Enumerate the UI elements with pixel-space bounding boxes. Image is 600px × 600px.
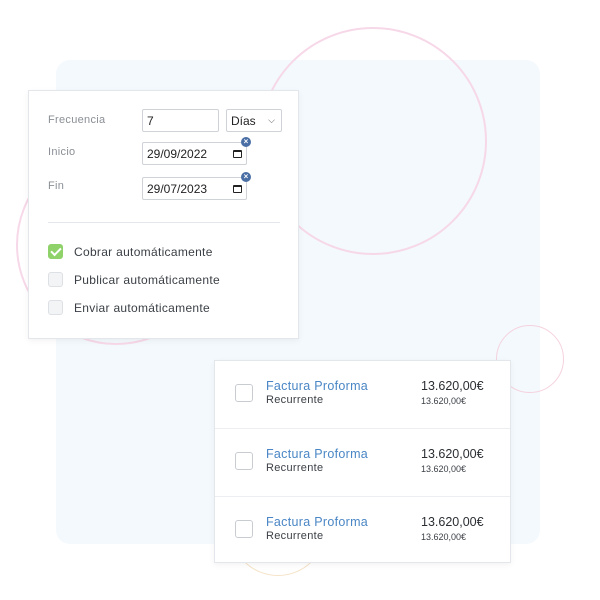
recurrence-settings-card: Frecuencia 7 Días ⌵ Inicio 29/09/2022 × … bbox=[28, 90, 299, 339]
invoice-subtitle: Recurrente bbox=[266, 394, 324, 406]
invoice-title-link[interactable]: Factura Proforma bbox=[266, 515, 368, 529]
frequency-label: Frecuencia bbox=[48, 114, 106, 126]
checkbox[interactable] bbox=[48, 272, 63, 287]
invoice-amount-secondary: 13.620,00€ bbox=[421, 464, 467, 474]
frequency-input[interactable]: 7 bbox=[142, 109, 219, 132]
row-checkbox[interactable] bbox=[235, 520, 253, 538]
chevron-down-icon: ⌵ bbox=[268, 115, 275, 125]
start-date-input[interactable]: 29/09/2022 bbox=[142, 142, 247, 165]
option-label: Enviar automáticamente bbox=[74, 300, 210, 315]
invoice-title-link[interactable]: Factura Proforma bbox=[266, 379, 368, 393]
invoice-title-link[interactable]: Factura Proforma bbox=[266, 447, 368, 461]
divider bbox=[48, 222, 280, 223]
row-checkbox[interactable] bbox=[235, 384, 253, 402]
start-label: Inicio bbox=[48, 146, 76, 158]
invoice-row[interactable]: Factura Proforma Recurrente 13.620,00€ 1… bbox=[215, 497, 510, 565]
option-label: Cobrar automáticamente bbox=[74, 244, 213, 259]
invoice-amount-secondary: 13.620,00€ bbox=[421, 532, 467, 542]
end-label: Fin bbox=[48, 180, 65, 192]
option-auto-send[interactable]: Enviar automáticamente bbox=[48, 300, 210, 315]
invoice-subtitle: Recurrente bbox=[266, 462, 324, 474]
invoice-amount: 13.620,00€ bbox=[421, 515, 484, 529]
row-checkbox[interactable] bbox=[235, 452, 253, 470]
clear-start-date-icon[interactable]: × bbox=[241, 137, 251, 147]
frequency-unit-value: Días bbox=[231, 113, 256, 128]
invoice-amount: 13.620,00€ bbox=[421, 447, 484, 461]
checkbox-checked[interactable] bbox=[48, 244, 63, 259]
frequency-value: 7 bbox=[147, 113, 154, 128]
invoice-subtitle: Recurrente bbox=[266, 530, 324, 542]
invoice-list-card: Factura Proforma Recurrente 13.620,00€ 1… bbox=[214, 360, 511, 563]
invoice-row[interactable]: Factura Proforma Recurrente 13.620,00€ 1… bbox=[215, 361, 510, 429]
option-auto-charge[interactable]: Cobrar automáticamente bbox=[48, 244, 213, 259]
calendar-icon[interactable] bbox=[233, 184, 242, 193]
frequency-unit-select[interactable]: Días ⌵ bbox=[226, 109, 282, 132]
clear-end-date-icon[interactable]: × bbox=[241, 172, 251, 182]
checkbox[interactable] bbox=[48, 300, 63, 315]
option-auto-publish[interactable]: Publicar automáticamente bbox=[48, 272, 220, 287]
invoice-row[interactable]: Factura Proforma Recurrente 13.620,00€ 1… bbox=[215, 429, 510, 497]
calendar-icon[interactable] bbox=[233, 149, 242, 158]
option-label: Publicar automáticamente bbox=[74, 272, 220, 287]
end-date-input[interactable]: 29/07/2023 bbox=[142, 177, 247, 200]
start-date-value: 29/09/2022 bbox=[147, 146, 208, 161]
end-date-value: 29/07/2023 bbox=[147, 181, 208, 196]
invoice-amount-secondary: 13.620,00€ bbox=[421, 396, 467, 406]
invoice-amount: 13.620,00€ bbox=[421, 379, 484, 393]
